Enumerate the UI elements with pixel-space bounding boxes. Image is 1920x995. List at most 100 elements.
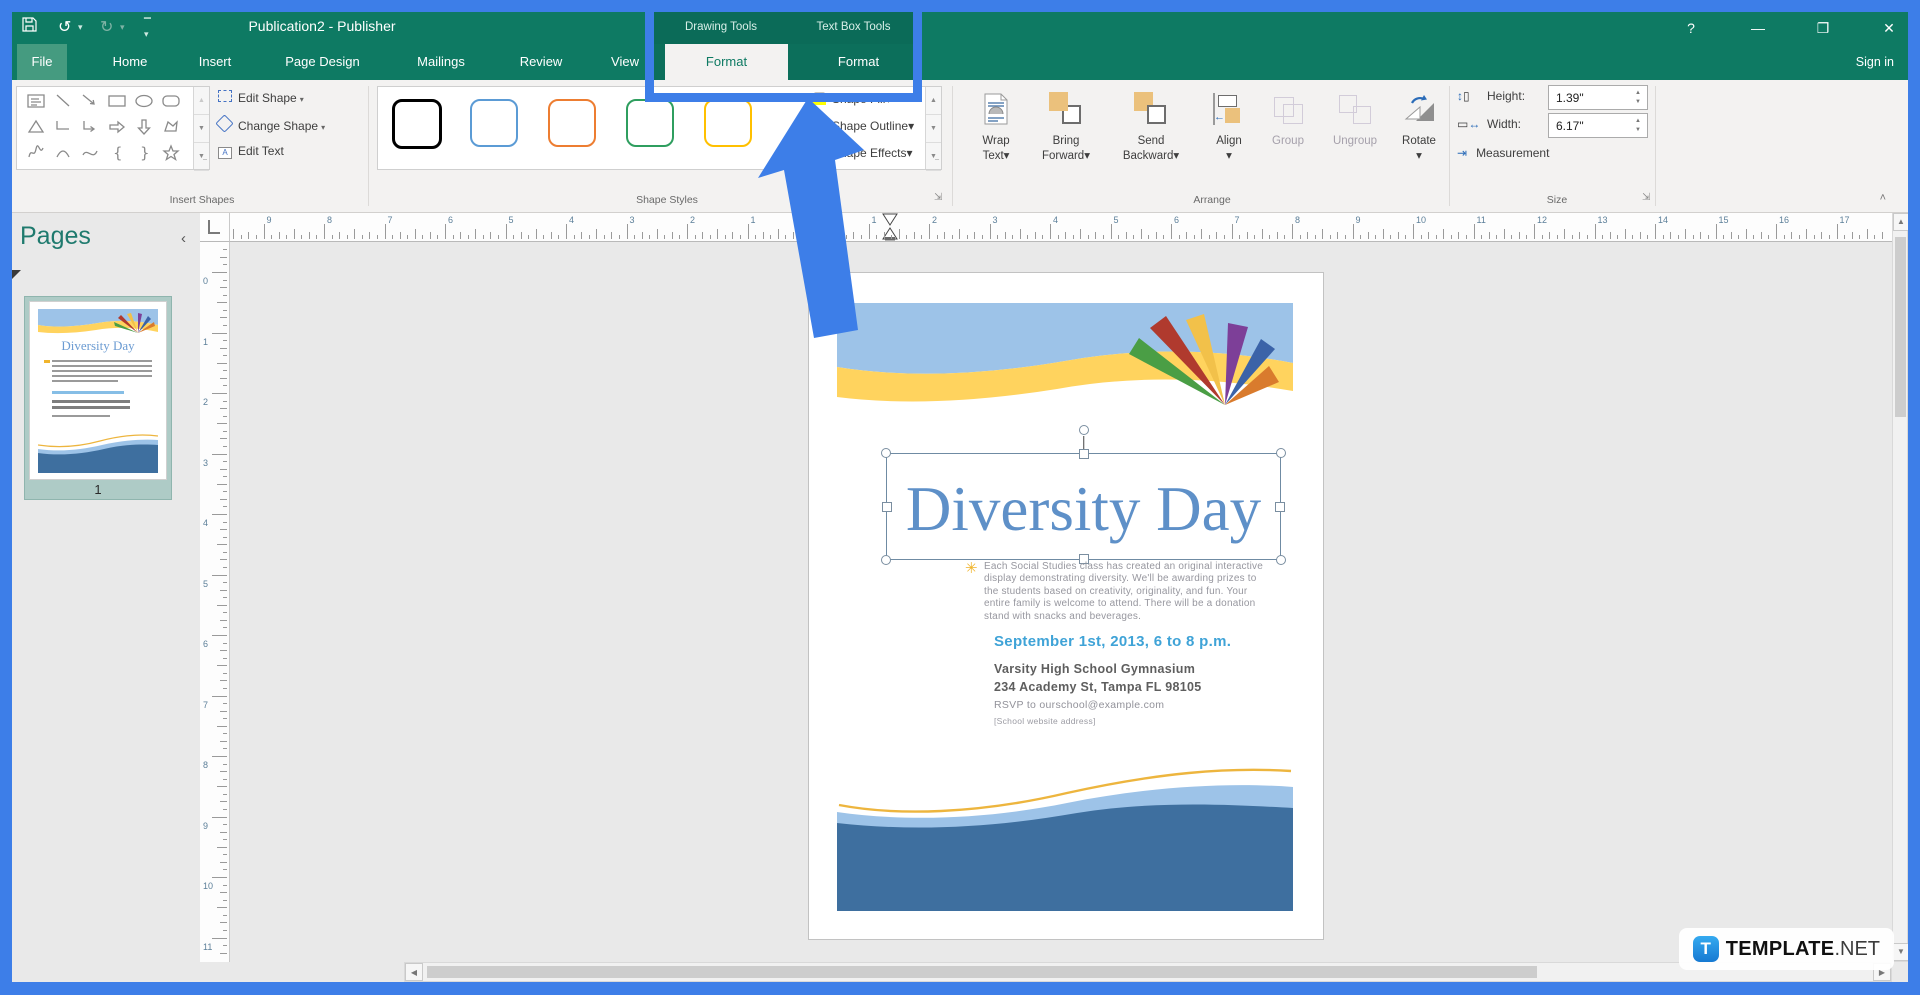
shape-tool-scribble-icon[interactable] — [22, 140, 49, 166]
help-button[interactable]: ? — [1676, 14, 1706, 42]
resize-handle-nw[interactable] — [881, 448, 891, 458]
flyer-date-line[interactable]: September 1st, 2013, 6 to 8 p.m. — [994, 633, 1231, 650]
shape-style-blue-outline[interactable] — [470, 99, 518, 147]
rotation-handle[interactable] — [1079, 425, 1089, 435]
ruler-tick — [558, 235, 559, 239]
flyer-body-text[interactable]: Each Social Studies class has created an… — [984, 561, 1294, 623]
shape-tool-rounded-rectangle-icon[interactable] — [157, 88, 184, 114]
tab-page-design[interactable]: Page Design — [265, 44, 380, 80]
undo-dropdown-icon[interactable]: ▾ — [78, 22, 83, 33]
redo-dropdown-icon[interactable]: ▾ — [120, 22, 125, 33]
height-input[interactable]: 1.39" ▲ ▼ — [1548, 85, 1648, 110]
shape-outline-button[interactable]: Shape Outline▾ — [812, 119, 914, 133]
ruler-origin-box[interactable] — [200, 213, 230, 242]
flyer-rsvp[interactable]: RSVP to ourschool@example.com — [994, 699, 1164, 711]
style-more-icon[interactable]: ▼̲ — [926, 143, 941, 171]
resize-handle-n[interactable] — [1079, 449, 1089, 459]
change-shape-button[interactable]: Change Shape▾ — [218, 117, 325, 133]
close-button[interactable]: ✕ — [1874, 14, 1904, 42]
horizontal-scrollbar[interactable]: ◀ ▶ — [404, 962, 1892, 982]
redo-button[interactable]: ↻ — [100, 16, 113, 40]
width-input[interactable]: 6.17" ▲ ▼ — [1548, 113, 1648, 138]
horizontal-ruler[interactable]: 98765432101234567891011121314151617 — [230, 213, 1892, 242]
save-icon[interactable] — [22, 16, 37, 40]
height-spin-up-icon[interactable]: ▲ — [1632, 90, 1644, 96]
scroll-left-icon[interactable]: ◀ — [405, 963, 423, 981]
tab-mailings[interactable]: Mailings — [400, 44, 482, 80]
edit-shape-button[interactable]: Edit Shape▾ — [218, 90, 304, 105]
tab-file[interactable]: File — [17, 44, 67, 80]
collapse-ribbon-icon[interactable]: ˄ — [1880, 192, 1886, 204]
align-button[interactable]: ← Align▾ — [1202, 84, 1256, 164]
shape-fill-button[interactable]: Shape Fill▾ — [812, 92, 891, 106]
page-thumbnail[interactable]: Diversity Day 1 — [24, 296, 172, 500]
size-dialog-launcher-icon[interactable]: ⇲ — [1642, 192, 1650, 203]
shape-effects-button[interactable]: Shape Effects▾ — [812, 146, 913, 160]
flyer-venue[interactable]: Varsity High School Gymnasium — [994, 662, 1195, 676]
gallery-more-icon[interactable]: ▼̲ — [194, 143, 209, 171]
ruler-number: 16 — [1779, 215, 1789, 225]
scroll-down-icon[interactable]: ▼ — [1893, 943, 1909, 961]
title-text-box[interactable]: Diversity Day — [886, 453, 1281, 560]
resize-handle-w[interactable] — [882, 502, 892, 512]
rotate-button[interactable]: Rotate▾ — [1391, 84, 1447, 164]
flyer-website[interactable]: [School website address] — [994, 716, 1096, 726]
bring-forward-button[interactable]: BringForward▾ — [1033, 84, 1099, 164]
send-backward-button[interactable]: SendBackward▾ — [1113, 84, 1189, 164]
tab-review[interactable]: Review — [498, 44, 584, 80]
shape-tool-freeform-icon[interactable] — [157, 114, 184, 140]
collapse-pages-panel-icon[interactable]: ‹ — [181, 230, 186, 247]
style-scroll-up-icon[interactable]: ▲ — [926, 87, 941, 115]
tab-text-box-tools-format[interactable]: Format — [802, 44, 915, 80]
minimize-button[interactable]: — — [1743, 14, 1773, 42]
style-scroll-down-icon[interactable]: ▼ — [926, 115, 941, 143]
shape-tool-block-arrow-right-icon[interactable] — [103, 114, 130, 140]
shape-styles-dialog-launcher-icon[interactable]: ⇲ — [934, 192, 942, 203]
tab-insert[interactable]: Insert — [175, 44, 255, 80]
shape-tool-arrow-icon[interactable] — [76, 88, 103, 114]
shape-tool-text-box-icon[interactable] — [22, 88, 49, 114]
shape-tool-oval-icon[interactable] — [130, 88, 157, 114]
measurement-button[interactable]: ⇥Measurement — [1457, 146, 1549, 160]
vertical-scroll-thumb[interactable] — [1895, 237, 1906, 417]
resize-handle-sw[interactable] — [881, 555, 891, 565]
shape-tool-triangle-icon[interactable] — [22, 114, 49, 140]
shape-tool-star-icon[interactable] — [157, 140, 184, 166]
shape-tool-arc-icon[interactable] — [49, 140, 76, 166]
tab-drawing-tools-format[interactable]: Format — [665, 44, 788, 80]
shape-style-black-outline[interactable] — [392, 99, 442, 149]
ruler-tick — [1451, 235, 1452, 239]
flyer-address[interactable]: 234 Academy St, Tampa FL 98105 — [994, 680, 1201, 694]
shape-tool-line-icon[interactable] — [49, 88, 76, 114]
gallery-scroll-down-icon[interactable]: ▼ — [194, 115, 209, 143]
shape-tool-elbow-arrow-icon[interactable] — [76, 114, 103, 140]
shape-tool-brace-right-icon[interactable]: } — [130, 140, 157, 166]
wrap-text-button[interactable]: WrapText▾ — [964, 84, 1028, 164]
width-spin-up-icon[interactable]: ▲ — [1632, 118, 1644, 124]
tab-view[interactable]: View — [596, 44, 654, 80]
height-spin-down-icon[interactable]: ▼ — [1632, 99, 1644, 105]
shape-tool-brace-left-icon[interactable]: { — [103, 140, 130, 166]
width-spin-down-icon[interactable]: ▼ — [1632, 127, 1644, 133]
gallery-scroll-up-icon[interactable]: ▲ — [194, 87, 209, 115]
vertical-scrollbar[interactable]: ▲ ▼ — [1892, 212, 1908, 962]
shape-tool-block-arrow-down-icon[interactable] — [130, 114, 157, 140]
undo-button[interactable]: ↺ — [58, 16, 71, 40]
resize-handle-e[interactable] — [1275, 502, 1285, 512]
restore-button[interactable]: ❐ — [1808, 14, 1838, 42]
shape-tool-elbow-icon[interactable] — [49, 114, 76, 140]
vertical-ruler[interactable]: 01234567891011 — [200, 242, 230, 962]
sign-in-link[interactable]: Sign in — [1856, 44, 1894, 80]
resize-handle-ne[interactable] — [1276, 448, 1286, 458]
shape-style-green-outline[interactable] — [626, 99, 674, 147]
shape-tool-rectangle-icon[interactable] — [103, 88, 130, 114]
shape-style-gold-outline[interactable] — [704, 99, 752, 147]
tab-home[interactable]: Home — [95, 44, 165, 80]
scroll-up-icon[interactable]: ▲ — [1893, 213, 1909, 231]
shape-style-orange-outline[interactable] — [548, 99, 596, 147]
horizontal-scroll-thumb[interactable] — [427, 966, 1537, 978]
edit-text-button[interactable]: AEdit Text — [218, 144, 284, 159]
shape-tool-curve-icon[interactable] — [76, 140, 103, 166]
customize-quick-access-icon[interactable]: ▔▾ — [144, 18, 151, 40]
publication-page[interactable]: Diversity Day ✳ Each Social Studies clas… — [808, 272, 1324, 940]
